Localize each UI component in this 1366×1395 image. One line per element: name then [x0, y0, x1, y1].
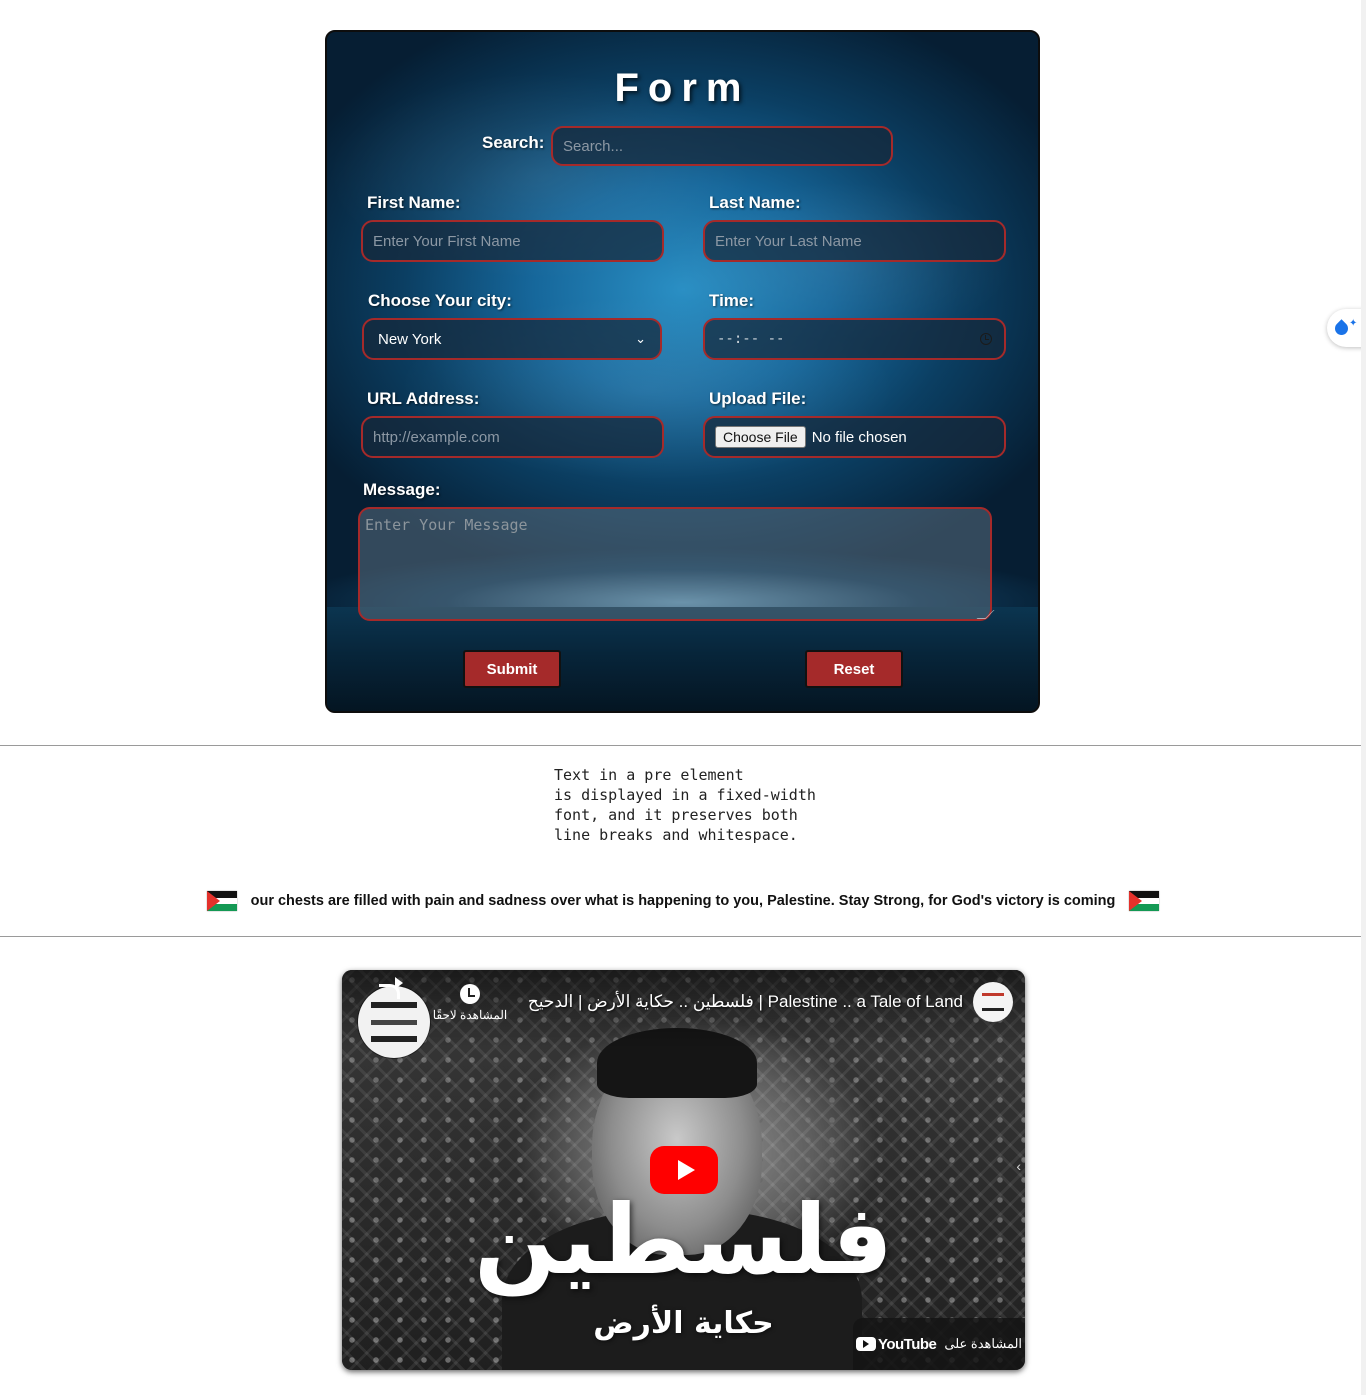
time-value: --:-- --: [717, 331, 785, 347]
search-input[interactable]: [551, 126, 893, 166]
palestine-flag-icon: [1129, 891, 1160, 911]
scrollbar[interactable]: [1361, 0, 1366, 1395]
chevron-left-icon[interactable]: ‹: [1016, 1158, 1021, 1174]
file-status-text: No file chosen: [811, 428, 907, 446]
video-title[interactable]: فلسطين .. حكاية الأرض | الدحيح | Palesti…: [528, 992, 963, 1012]
youtube-logo-icon: YouTube: [855, 1335, 937, 1353]
youtube-video-embed[interactable]: المشاهدة لاحقًا فلسطين .. حكاية الأرض | …: [342, 970, 1025, 1370]
url-input[interactable]: [361, 416, 664, 458]
form-title: Form: [614, 66, 751, 110]
choose-file-button[interactable]: Choose File: [715, 426, 806, 448]
city-selected-value: New York: [378, 330, 442, 348]
reset-button[interactable]: Reset: [805, 650, 903, 688]
first-name-label: First Name:: [367, 193, 461, 212]
city-select[interactable]: New York ⌄: [362, 318, 662, 360]
message-label: Message:: [363, 480, 441, 499]
last-name-input[interactable]: [703, 220, 1006, 262]
clock-icon[interactable]: [980, 333, 992, 345]
card-background-floor: [327, 607, 1038, 711]
channel-avatar-icon[interactable]: [973, 982, 1013, 1022]
file-upload-field[interactable]: Choose File No file chosen: [703, 416, 1006, 458]
watch-later-label: المشاهدة لاحقًا: [432, 1008, 508, 1022]
youtube-logo-text: YouTube: [877, 1335, 937, 1353]
palestine-flag-icon: [206, 891, 237, 911]
first-name-input[interactable]: [361, 220, 664, 262]
form-card: Form Search: First Name: Last Name: Choo…: [325, 30, 1040, 713]
watch-on-label: المشاهدة على: [944, 1336, 1023, 1351]
thumbnail-title-text: فلسطين: [474, 1184, 893, 1296]
chevron-down-icon: ⌄: [635, 331, 646, 346]
play-icon: [677, 1160, 695, 1180]
divider-top: [0, 745, 1366, 746]
city-label: Choose Your city:: [368, 291, 512, 310]
play-button[interactable]: [650, 1146, 718, 1194]
sparkle-icon: ✦: [1349, 317, 1358, 329]
banner-text: our chests are filled with pain and sadn…: [250, 893, 1116, 909]
search-label: Search:: [482, 133, 545, 152]
divider-bottom: [0, 936, 1366, 937]
watch-later-button[interactable]: المشاهدة لاحقًا: [432, 984, 508, 1022]
submit-button[interactable]: Submit: [463, 650, 561, 688]
time-input[interactable]: --:-- --: [703, 318, 1006, 360]
last-name-label: Last Name:: [709, 193, 801, 212]
watch-on-youtube-button[interactable]: YouTube المشاهدة على: [853, 1318, 1025, 1370]
pre-text-block: Text in a pre element is displayed in a …: [554, 766, 816, 844]
water-drop-icon: [1332, 318, 1351, 338]
message-textarea[interactable]: [358, 507, 992, 621]
url-label: URL Address:: [367, 389, 480, 408]
share-icon[interactable]: [379, 984, 400, 999]
upload-label: Upload File:: [709, 389, 807, 408]
clock-icon: [460, 984, 480, 1004]
palestine-banner: our chests are filled with pain and sadn…: [0, 889, 1366, 913]
time-label: Time:: [709, 291, 755, 310]
